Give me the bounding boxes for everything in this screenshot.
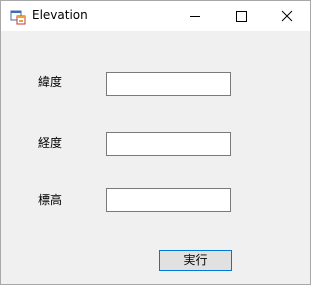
title-bar[interactable]: Elevation <box>1 1 310 31</box>
latitude-label: 緯度 <box>38 75 63 89</box>
app-form-icon <box>10 9 26 25</box>
form-body: 緯度 経度 標高 実行 <box>1 31 310 284</box>
minimize-button[interactable] <box>172 1 218 31</box>
run-button[interactable]: 実行 <box>159 250 232 271</box>
window-title: Elevation <box>32 8 88 22</box>
close-icon <box>281 10 293 22</box>
run-button-label: 実行 <box>183 253 208 267</box>
app-window: Elevation 緯度 経度 標高 実行 <box>0 0 311 285</box>
longitude-label: 経度 <box>38 136 63 150</box>
maximize-icon <box>236 11 247 22</box>
maximize-button[interactable] <box>218 1 264 31</box>
elevation-label: 標高 <box>38 193 63 207</box>
latitude-input[interactable] <box>106 72 231 96</box>
minimize-icon <box>190 16 200 17</box>
longitude-input[interactable] <box>106 132 231 156</box>
close-button[interactable] <box>264 1 310 31</box>
elevation-input[interactable] <box>106 188 231 212</box>
